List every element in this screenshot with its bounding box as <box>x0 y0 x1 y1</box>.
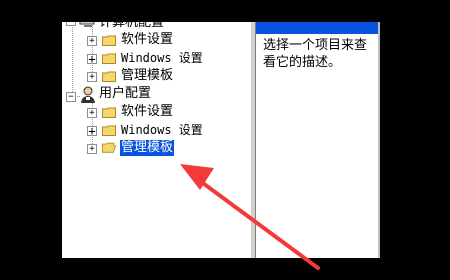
tree-node-computer-software[interactable]: 软件设置 <box>121 32 173 48</box>
expander-user-windows[interactable]: + <box>87 125 97 137</box>
user-icon <box>81 86 95 103</box>
expander-computer-admin[interactable]: + <box>87 72 97 82</box>
tree-node-user-software[interactable]: 软件设置 <box>121 104 173 120</box>
group-policy-window: − 计算机配置 + 软件设置 + Windows 设置 + 管理模板 − <box>62 22 380 258</box>
tree-connector <box>72 22 73 94</box>
expander-user-software[interactable]: + <box>87 108 97 118</box>
tree-node-user-config-label[interactable]: 用户配置 <box>99 86 151 102</box>
tree-connector <box>92 22 93 78</box>
tree-node-user-admin-selected[interactable]: 管理模板 <box>118 139 176 157</box>
tree-node-computer-windows[interactable]: Windows 设置 <box>121 50 203 66</box>
expander-user-config[interactable]: − <box>66 92 76 102</box>
detail-description: 选择一个项目来查看它的描述。 <box>263 38 368 70</box>
folder-icon <box>102 142 116 153</box>
tree-node-computer-admin[interactable]: 管理模板 <box>121 68 173 84</box>
folder-icon <box>102 125 116 136</box>
tree-node-computer-config-label[interactable]: 计算机配置 <box>99 22 164 31</box>
folder-icon <box>102 35 116 46</box>
expander-computer-software[interactable]: + <box>87 36 97 46</box>
expander-user-admin[interactable]: + <box>87 144 97 154</box>
tree-pane: − 计算机配置 + 软件设置 + Windows 设置 + 管理模板 − <box>62 22 250 258</box>
tree-node-user-windows[interactable]: Windows 设置 <box>121 122 203 138</box>
folder-icon <box>102 71 116 82</box>
folder-icon <box>102 53 116 64</box>
detail-scrollbar[interactable] <box>378 22 380 258</box>
detail-pane: 选择一个项目来查看它的描述。 <box>256 22 380 258</box>
folder-icon <box>102 107 116 118</box>
expander-computer-windows[interactable]: + <box>87 53 97 65</box>
expander-computer-config[interactable]: − <box>66 22 76 26</box>
computer-icon <box>79 22 95 27</box>
detail-header <box>256 22 380 34</box>
